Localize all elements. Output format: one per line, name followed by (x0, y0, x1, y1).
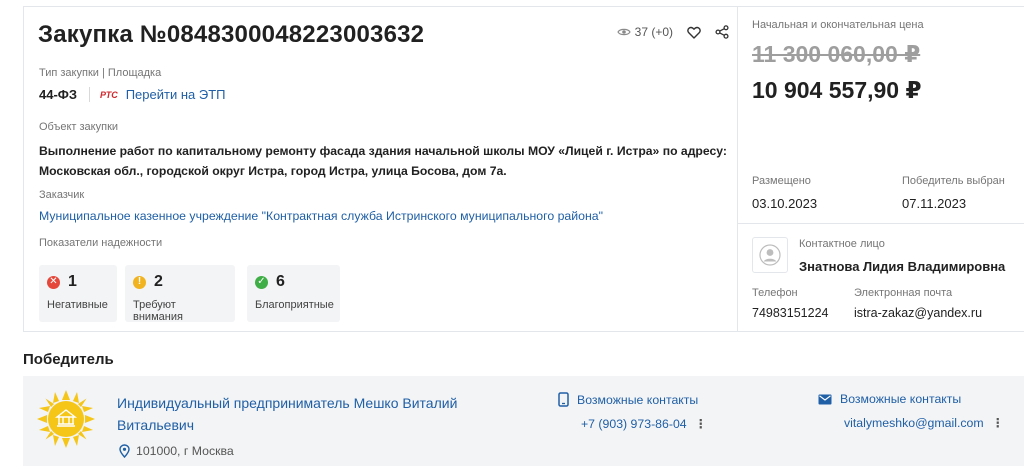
more-options-icon[interactable]: ⋮ (695, 417, 707, 431)
warning-caption: Требуют внимания (133, 299, 183, 323)
user-avatar-icon (752, 237, 788, 273)
winner-card: Индивидуальный предприниматель Мешко Вит… (23, 376, 1024, 466)
share-icon[interactable] (715, 25, 729, 39)
smartphone-icon (558, 392, 569, 407)
winner-heading: Победитель (23, 351, 114, 368)
price-panel: Начальная и окончательная цена 11 300 06… (737, 7, 1024, 331)
object-label: Объект закупки (39, 121, 119, 133)
contact-email[interactable]: istra-zakaz@yandex.ru (854, 306, 982, 320)
location-pin-icon (119, 444, 130, 458)
heart-icon[interactable] (687, 26, 701, 39)
warning-count: 2 (154, 273, 163, 290)
tender-card: Закупка №0848300048223003632 37 (+0) Тип… (23, 6, 1024, 332)
law-name: 44-ФЗ (39, 87, 91, 102)
customer-link[interactable]: Муниципальное казенное учреждение "Контр… (39, 209, 603, 223)
customer-label: Заказчик (39, 189, 85, 201)
divider (738, 223, 1024, 224)
views-count: 37 (+0) (634, 25, 673, 39)
placed-date: 03.10.2023 (752, 196, 818, 211)
negative-count: 1 (68, 273, 77, 290)
phone-label: Телефон (752, 287, 798, 299)
etp-link[interactable]: Перейти на ЭТП (126, 87, 226, 102)
winner-email-contacts: Возможные контакты vitalymeshko@gmail.co… (818, 392, 1004, 430)
law-row: 44-ФЗ РТС Перейти на ЭТП (39, 87, 225, 102)
email-contacts-head[interactable]: Возможные контакты (840, 392, 961, 406)
reliability-negative[interactable]: ✕ 1 Негативные (39, 265, 117, 322)
winner-phone-contacts: Возможные контакты +7 (903) 973-86-04 ⋮ (558, 392, 707, 431)
initial-price: 11 300 060,00 ₽ (752, 41, 921, 67)
phone-contacts-head[interactable]: Возможные контакты (577, 393, 698, 407)
winner-phone[interactable]: +7 (903) 973-86-04 (581, 417, 687, 431)
winner-email[interactable]: vitalymeshko@gmail.com (844, 416, 984, 430)
winner-selected-date: 07.11.2023 (902, 196, 967, 211)
tender-actions: 37 (+0) (616, 25, 729, 39)
price-label: Начальная и окончательная цена (752, 19, 924, 31)
email-label: Электронная почта (854, 287, 953, 299)
positive-count: 6 (276, 273, 285, 290)
winner-address-text: 101000, г Москва (136, 444, 234, 458)
winner-selected-label: Победитель выбран (902, 175, 1005, 187)
final-price: 10 904 557,90 ₽ (752, 77, 922, 103)
type-label: Тип закупки | Площадка (39, 67, 162, 79)
reliability-positive[interactable]: ✓ 6 Благоприятные (247, 265, 340, 322)
reliability-label: Показатели надежности (39, 237, 163, 249)
negative-caption: Негативные (47, 299, 108, 311)
platform-logo: РТС (100, 89, 118, 100)
winner-address: 101000, г Москва (119, 444, 234, 458)
eye-icon (616, 27, 631, 37)
envelope-icon (818, 394, 832, 405)
winner-name-link[interactable]: Индивидуальный предприниматель Мешко Вит… (117, 392, 517, 436)
warning-icon: ! (133, 275, 146, 289)
error-icon: ✕ (47, 275, 60, 289)
contact-label: Контактное лицо (799, 238, 885, 250)
tender-info: Закупка №0848300048223003632 37 (+0) Тип… (24, 7, 737, 331)
views-counter: 37 (+0) (616, 25, 673, 39)
check-icon: ✓ (255, 275, 268, 289)
page-title: Закупка №0848300048223003632 (38, 21, 425, 48)
placed-label: Размещено (752, 175, 811, 187)
reliability-warning[interactable]: ! 2 Требуют внимания (125, 265, 235, 323)
positive-caption: Благоприятные (255, 299, 334, 311)
contact-phone[interactable]: 74983151224 (752, 306, 828, 320)
more-options-icon[interactable]: ⋮ (992, 416, 1004, 430)
object-description: Выполнение работ по капитальному ремонту… (39, 144, 727, 178)
contact-name: Знатнова Лидия Владимировна (799, 259, 1006, 274)
sun-emblem-logo (37, 390, 95, 453)
